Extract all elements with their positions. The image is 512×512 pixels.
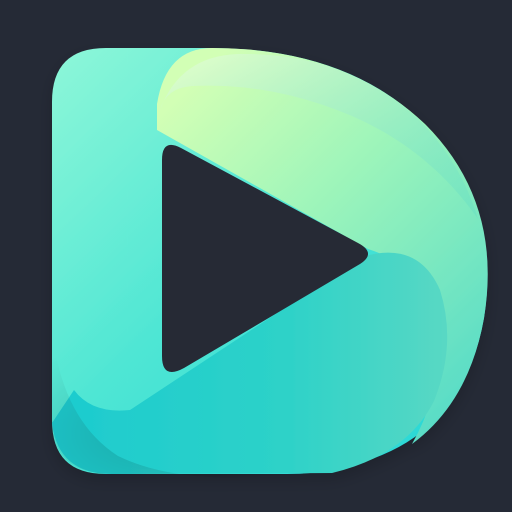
d-play-logo-icon	[52, 48, 488, 478]
app-icon-canvas	[0, 0, 512, 512]
